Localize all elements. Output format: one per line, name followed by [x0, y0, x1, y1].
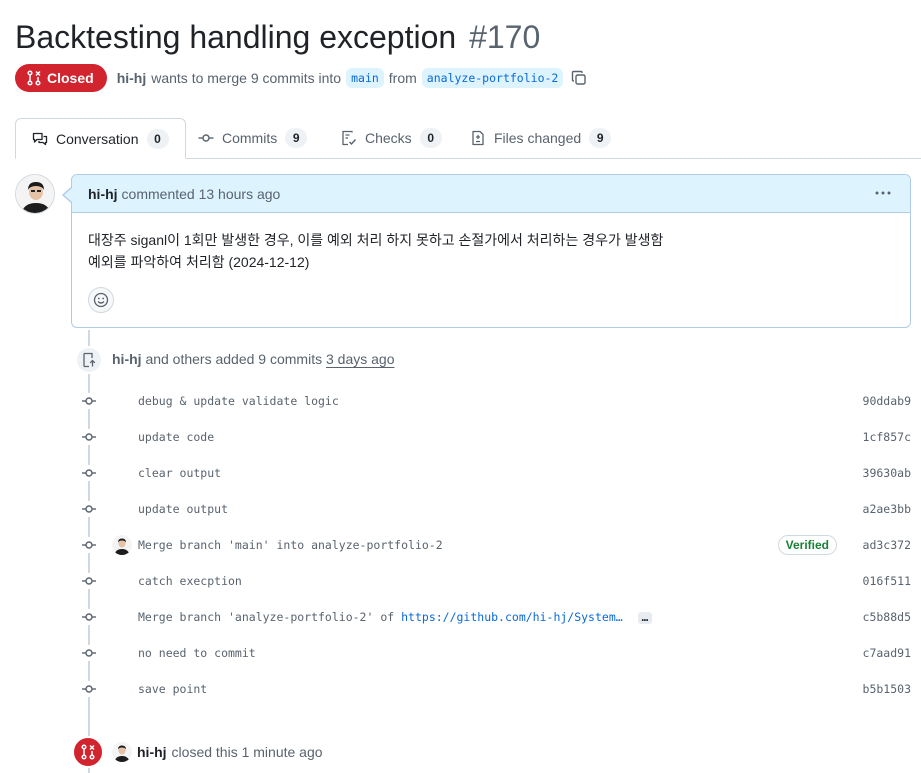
comment-discussion-icon — [32, 131, 48, 147]
tab-commits[interactable]: Commits 9 — [198, 118, 308, 158]
closed-event: hi-hj closed this 1 minute ago — [112, 742, 323, 762]
comment-box: hi-hj commented 13 hours ago 대장주 siganl이… — [71, 174, 911, 328]
kebab-horizontal-icon[interactable] — [874, 185, 892, 204]
pr-merge-info: hi-hj wants to merge 9 commits into main… — [117, 68, 588, 88]
pr-closed-icon — [27, 70, 41, 86]
commit-sha[interactable]: 39630ab — [863, 466, 911, 480]
git-commit-icon — [79, 465, 99, 481]
repo-push-icon — [75, 346, 103, 374]
commit-sha[interactable]: ad3c372 — [863, 538, 911, 552]
pr-state-badge: Closed — [15, 64, 107, 92]
git-commit-icon — [79, 537, 99, 553]
commit-message[interactable]: update code — [138, 430, 214, 444]
comment-body-line: 대장주 siganl이 1회만 발생한 경우, 이를 예외 처리 하지 못하고 … — [88, 232, 664, 248]
tab-checks-count: 0 — [419, 128, 442, 148]
git-commit-icon — [79, 609, 99, 625]
commit-row: catch execption 016f511 — [79, 563, 911, 599]
commit-row: update code 1cf857c — [79, 419, 911, 455]
comment-meta[interactable]: commented 13 hours ago — [122, 186, 281, 202]
commit-message[interactable]: debug & update validate logic — [138, 394, 339, 408]
commit-sha[interactable]: b5b1503 — [863, 682, 911, 696]
pr-author-link[interactable]: hi-hj — [117, 70, 147, 86]
merge-text: wants to merge 9 commits into — [151, 70, 342, 86]
pr-tabs: Conversation 0 Commits 9 Checks 0 Files … — [15, 118, 921, 159]
tab-files-changed[interactable]: Files changed 9 — [470, 118, 612, 158]
merge-from-text: from — [388, 70, 417, 86]
commit-row: Merge branch 'main' into analyze-portfol… — [79, 527, 911, 563]
copy-icon[interactable] — [571, 70, 587, 86]
git-commit-icon — [79, 681, 99, 697]
commit-message-link[interactable]: https://github.com/hi-hj/System… — [401, 610, 623, 624]
comment-author-avatar[interactable] — [15, 174, 55, 214]
tab-conversation[interactable]: Conversation 0 — [15, 118, 186, 159]
tab-files-changed-label: Files changed — [494, 130, 582, 146]
pr-closed-event-icon — [72, 736, 104, 768]
comment-caret-inner — [64, 188, 72, 202]
pr-state-label: Closed — [47, 70, 94, 86]
head-branch[interactable]: analyze-portfolio-2 — [421, 68, 564, 88]
git-commit-icon — [79, 429, 99, 445]
git-commit-icon — [198, 130, 214, 146]
push-event-author[interactable]: hi-hj — [112, 351, 142, 367]
pr-status-row: Closed hi-hj wants to merge 9 commits in… — [15, 64, 587, 92]
git-commit-icon — [79, 501, 99, 517]
pr-title: Backtesting handling exception #170 — [15, 16, 540, 58]
commit-message-container: Merge branch 'analyze-portfolio-2' of ht… — [138, 610, 653, 624]
comment-author[interactable]: hi-hj — [88, 186, 118, 202]
tab-conversation-count: 0 — [146, 128, 169, 149]
closed-event-author[interactable]: hi-hj — [137, 744, 167, 760]
comment-body-line: 예외를 파악하여 처리함 (2024-12-12) — [88, 254, 310, 270]
commit-sha[interactable]: 90ddab9 — [863, 394, 911, 408]
tab-commits-count: 9 — [285, 128, 308, 148]
tab-checks-label: Checks — [365, 130, 412, 146]
pr-title-text: Backtesting handling exception — [15, 19, 457, 55]
push-event-text: and others added 9 commits — [145, 351, 323, 367]
comment-header: hi-hj commented 13 hours ago — [72, 175, 910, 213]
closed-event-avatar[interactable] — [112, 742, 132, 762]
tab-checks[interactable]: Checks 0 — [341, 118, 442, 158]
commit-sha[interactable]: 1cf857c — [863, 430, 911, 444]
tab-commits-label: Commits — [222, 130, 278, 146]
commit-message[interactable]: no need to commit — [138, 646, 256, 660]
closed-event-text: closed this 1 minute ago — [171, 744, 323, 760]
tab-files-changed-count: 9 — [589, 128, 612, 148]
commit-message[interactable]: update output — [138, 502, 228, 516]
smiley-icon[interactable] — [88, 287, 114, 313]
commit-author-avatar[interactable] — [112, 535, 132, 555]
git-commit-icon — [79, 645, 99, 661]
verified-badge[interactable]: Verified — [777, 535, 837, 555]
expand-message-button[interactable]: … — [637, 611, 653, 624]
commit-message[interactable]: Merge branch 'main' into analyze-portfol… — [138, 538, 443, 552]
comment-body: 대장주 siganl이 1회만 발생한 경우, 이를 예외 처리 하지 못하고 … — [72, 213, 910, 273]
push-event: hi-hj and others added 9 commits 3 days … — [112, 351, 394, 367]
commit-row: Merge branch 'analyze-portfolio-2' of ht… — [79, 599, 911, 635]
checklist-icon — [341, 130, 357, 146]
commit-sha[interactable]: 016f511 — [863, 574, 911, 588]
git-commit-icon — [79, 573, 99, 589]
commit-sha[interactable]: c5b88d5 — [863, 610, 911, 624]
base-branch[interactable]: main — [346, 68, 384, 88]
commit-row: save point b5b1503 — [79, 671, 911, 707]
push-event-time[interactable]: 3 days ago — [326, 351, 395, 367]
git-commit-icon — [79, 393, 99, 409]
file-diff-icon — [470, 130, 486, 146]
commit-row: update output a2ae3bb — [79, 491, 911, 527]
tab-conversation-label: Conversation — [56, 130, 139, 147]
pr-number: #170 — [469, 19, 541, 55]
commit-row: clear output 39630ab — [79, 455, 911, 491]
commit-sha[interactable]: c7aad91 — [863, 646, 911, 660]
commit-sha[interactable]: a2ae3bb — [863, 502, 911, 516]
commit-row: no need to commit c7aad91 — [79, 635, 911, 671]
commit-message[interactable]: catch execption — [138, 574, 242, 588]
commit-message[interactable]: save point — [138, 682, 207, 696]
commit-message[interactable]: Merge branch 'analyze-portfolio-2' of — [138, 610, 394, 624]
commit-row: debug & update validate logic 90ddab9 — [79, 383, 911, 419]
commit-message[interactable]: clear output — [138, 466, 221, 480]
